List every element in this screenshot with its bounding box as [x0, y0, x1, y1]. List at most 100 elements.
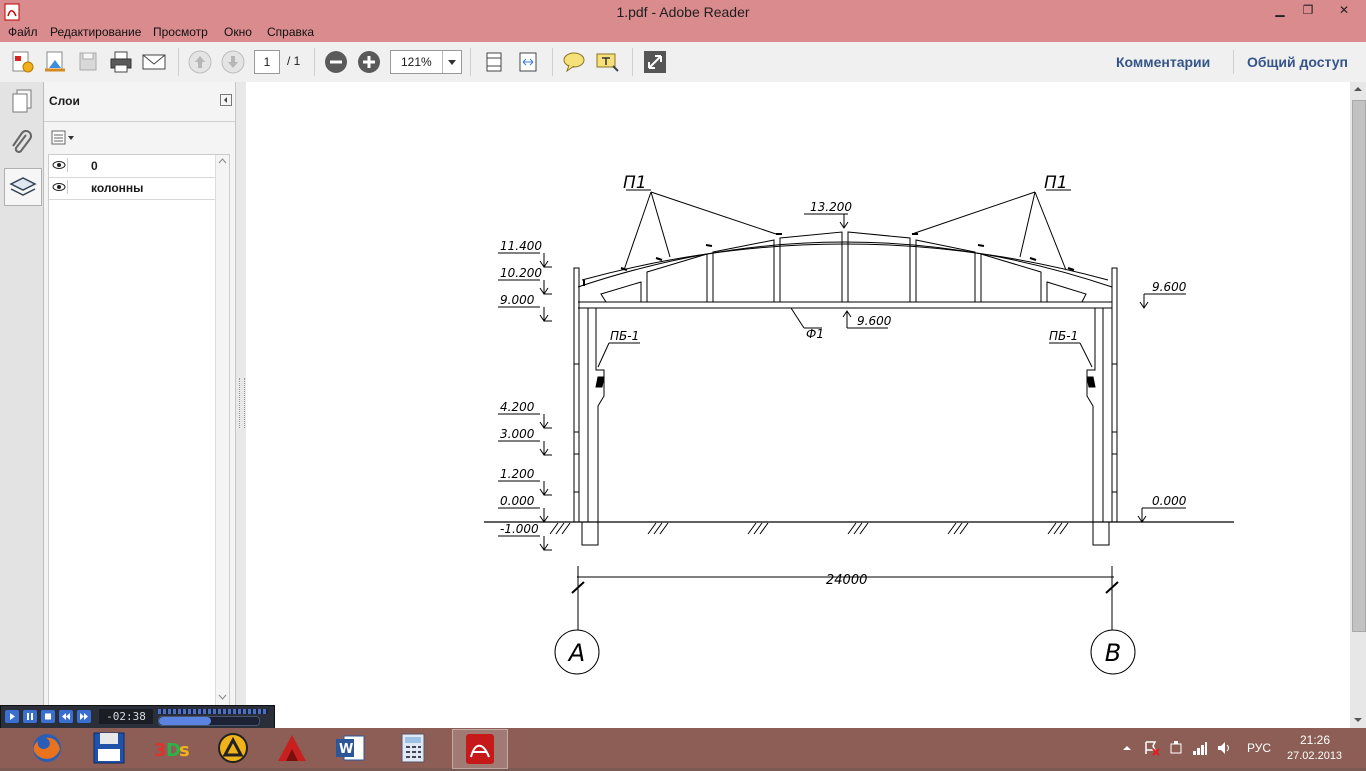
floppy-disk-icon	[93, 732, 125, 764]
layers-icon[interactable]	[4, 168, 42, 206]
expand-icon[interactable]	[641, 48, 669, 76]
fit-page-icon[interactable]	[480, 48, 508, 76]
create-pdf-icon[interactable]	[8, 48, 36, 76]
menu-view[interactable]: Просмотр	[153, 25, 208, 39]
page-number-input[interactable]: 1	[254, 50, 280, 74]
ridge-arrow	[839, 214, 849, 229]
volume-icon[interactable]	[1216, 740, 1232, 756]
minimize-button[interactable]: ▁	[1266, 0, 1294, 22]
print-icon[interactable]	[107, 48, 135, 76]
svg-text:W: W	[339, 742, 353, 757]
input-language[interactable]: РУС	[1247, 741, 1271, 755]
level-arrow	[539, 307, 552, 322]
left-level-label-6: 0.000	[500, 494, 535, 508]
open-file-icon[interactable]	[41, 48, 69, 76]
level-arrow	[539, 441, 552, 456]
left-level-label-3: 4.200	[500, 400, 535, 414]
toolbar-separator	[632, 48, 633, 76]
fit-width-icon[interactable]	[514, 48, 542, 76]
previous-page-icon[interactable]	[186, 48, 214, 76]
right-level-label-1: 0.000	[1152, 494, 1187, 508]
task-floppy-app[interactable]	[86, 729, 132, 767]
svg-text:3: 3	[154, 740, 167, 761]
email-icon[interactable]	[140, 48, 168, 76]
zoom-out-icon[interactable]	[322, 48, 350, 76]
chord-label: Ф1	[806, 327, 824, 341]
page-count: / 1	[287, 54, 301, 68]
chevron-down-icon[interactable]	[1353, 716, 1363, 724]
close-button[interactable]: ✕	[1322, 0, 1366, 22]
zoom-value: 121%	[401, 55, 432, 69]
chevron-down-icon[interactable]	[442, 51, 461, 73]
autocad-icon	[278, 735, 306, 761]
left-level-label-0: 11.400	[500, 239, 542, 253]
task-autocad[interactable]	[268, 729, 314, 767]
panel-divider	[44, 121, 235, 122]
attachments-icon[interactable]	[4, 126, 40, 162]
collapse-panel-icon[interactable]	[220, 94, 232, 106]
tray-overflow-icon[interactable]	[1122, 743, 1132, 753]
restore-button[interactable]: ❐	[1294, 0, 1322, 22]
chord-leader	[790, 307, 805, 329]
comment-icon[interactable]	[560, 48, 588, 76]
rewind-icon	[62, 713, 70, 720]
forward-button[interactable]	[77, 710, 91, 723]
stop-icon	[45, 713, 51, 720]
axis-label-left: А	[567, 639, 585, 667]
stop-button[interactable]	[41, 710, 55, 723]
action-center-icon[interactable]	[1144, 740, 1160, 756]
scrollbar-thumb[interactable]	[1352, 100, 1366, 632]
zoom-in-icon[interactable]	[355, 48, 383, 76]
comments-panel-button[interactable]: Комментарии	[1116, 54, 1210, 70]
crane-beam-label-left: ПБ-1	[610, 329, 639, 343]
task-calculator[interactable]	[390, 729, 436, 767]
menu-help[interactable]: Справка	[267, 25, 314, 39]
document-scrollbar[interactable]	[1350, 82, 1366, 728]
next-page-icon[interactable]	[219, 48, 247, 76]
level-arrow	[539, 536, 552, 551]
clock-time[interactable]: 21:26	[1300, 733, 1330, 747]
highlight-text-icon[interactable]	[593, 48, 621, 76]
clock-date[interactable]: 27.02.2013	[1287, 750, 1342, 762]
level-arrow	[539, 414, 552, 429]
pause-icon	[27, 713, 33, 720]
eye-icon[interactable]	[51, 158, 68, 172]
power-icon[interactable]	[1168, 740, 1184, 756]
span-label: 24000	[826, 573, 867, 588]
menu-edit[interactable]: Редактирование	[50, 25, 141, 39]
pause-button[interactable]	[23, 710, 37, 723]
document-view[interactable]: П1 П1 13.200 Ф1 9.600 ПБ-1 ПБ-1 11.400 10…	[246, 82, 1350, 728]
share-panel-button[interactable]: Общий доступ	[1247, 54, 1348, 70]
layers-scrollbar[interactable]	[215, 155, 229, 705]
window-title: 1.pdf - Adobe Reader	[616, 4, 750, 20]
navigation-rail	[0, 82, 44, 728]
task-adobe-reader[interactable]	[452, 729, 508, 769]
network-icon[interactable]	[1192, 740, 1208, 756]
purlin-label-right: П1	[1044, 173, 1068, 193]
eye-icon[interactable]	[51, 180, 68, 194]
chevron-up-icon[interactable]	[1353, 85, 1363, 93]
rewind-button[interactable]	[59, 710, 73, 723]
zoom-select[interactable]: 121%	[390, 50, 462, 74]
menu-file[interactable]: Файл	[8, 25, 38, 39]
taskbar: 3 D s W РУС 21:26 27.02.2013	[0, 728, 1366, 769]
layer-options-icon[interactable]	[51, 130, 75, 146]
pages-icon[interactable]	[4, 84, 40, 120]
toolbar-separator	[314, 48, 315, 76]
task-word[interactable]: W	[328, 729, 374, 767]
save-icon[interactable]	[74, 48, 102, 76]
seek-slider[interactable]	[158, 716, 260, 726]
chevron-down-icon[interactable]	[218, 693, 227, 701]
play-button[interactable]	[5, 710, 19, 723]
task-firefox[interactable]	[24, 729, 70, 767]
chevron-up-icon[interactable]	[218, 157, 227, 165]
crane-beam-leader-right-diag	[1079, 342, 1093, 368]
task-archicad[interactable]	[210, 729, 256, 767]
task-3d-app[interactable]: 3 D s	[148, 729, 194, 767]
layer-row-columns[interactable]: колонны	[49, 177, 215, 200]
menu-window[interactable]: Окно	[224, 25, 252, 39]
3d-app-icon: 3 D s	[154, 740, 190, 761]
adobe-reader-icon	[466, 734, 494, 764]
layer-row-0[interactable]: 0	[49, 155, 215, 178]
toolbar: 1 / 1 121% Комментарии Общий доступ	[0, 42, 1366, 83]
